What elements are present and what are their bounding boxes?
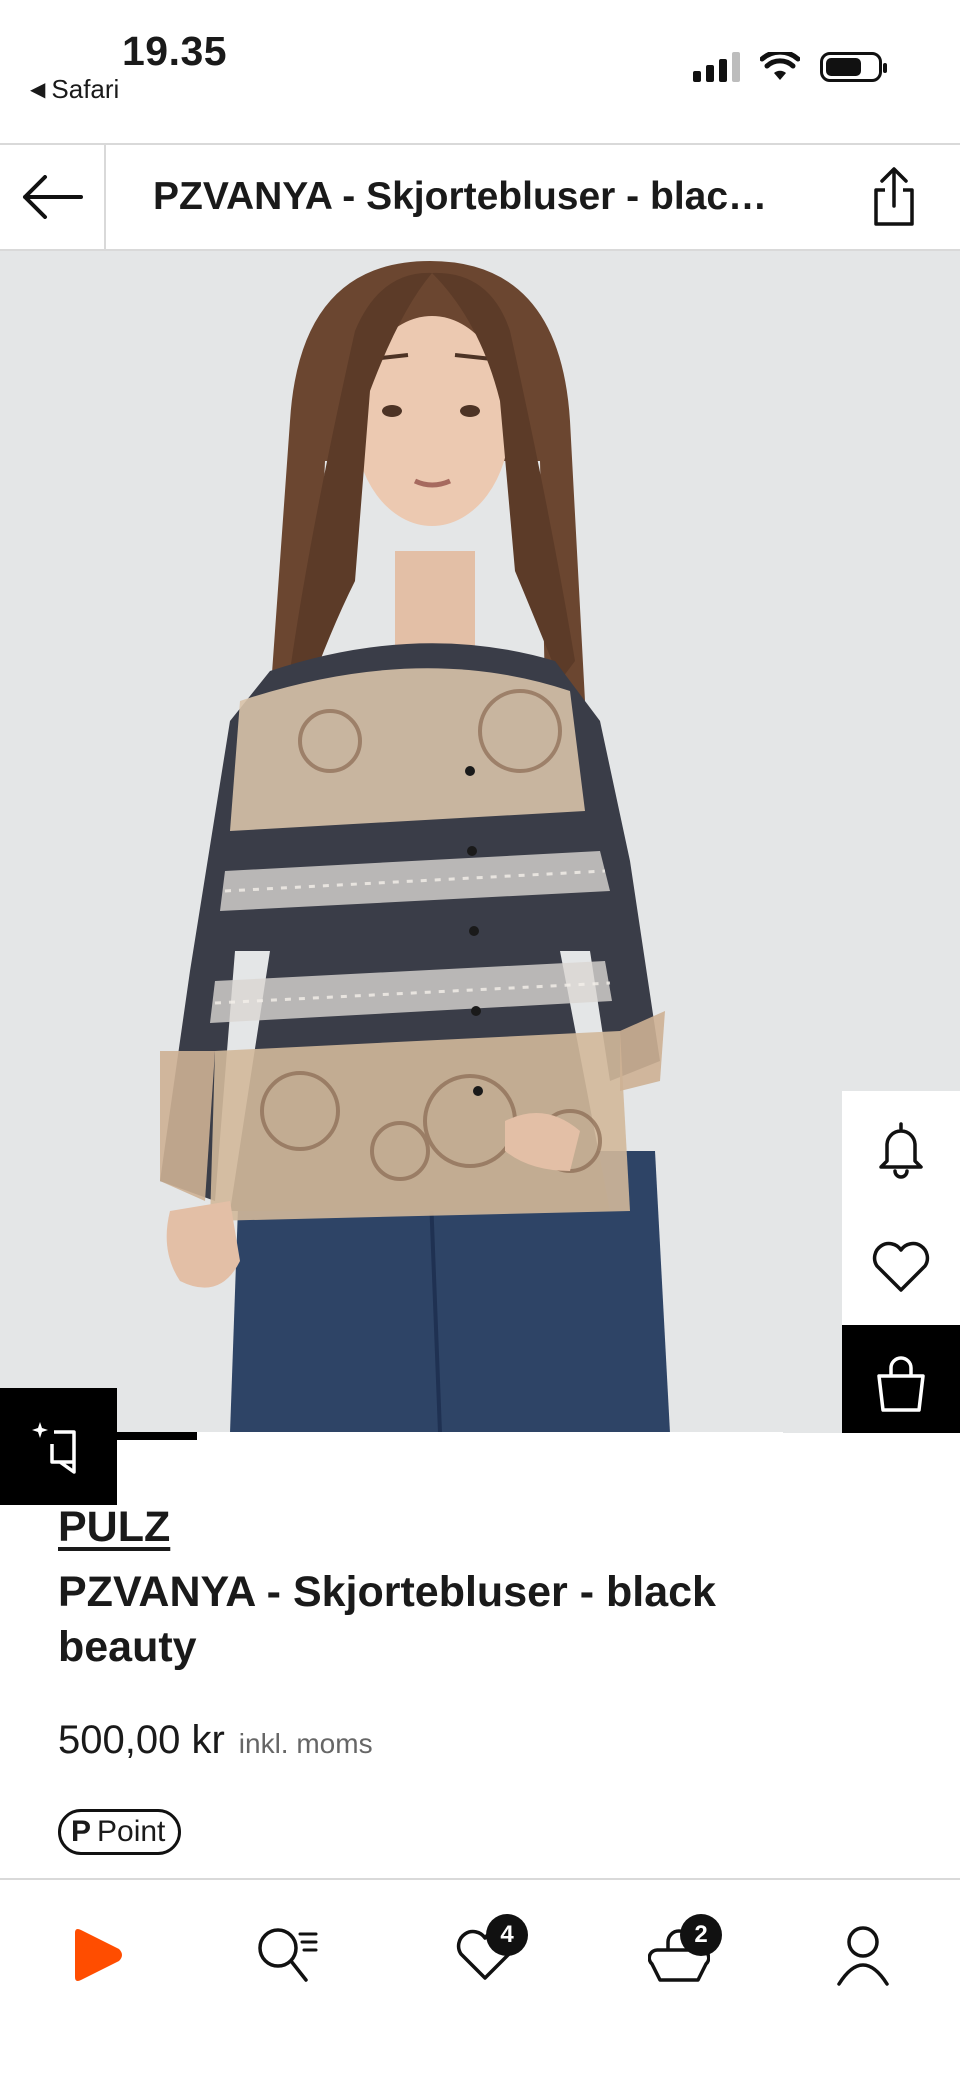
header-title: PZVANYA - Skjortebluser - blac… <box>153 175 768 218</box>
price-row: 500,00 kr inkl. moms <box>58 1718 373 1763</box>
brand-link[interactable]: PULZ <box>58 1503 170 1552</box>
cellular-signal-icon <box>693 52 740 82</box>
nav-cart[interactable]: 2 <box>634 1910 724 2000</box>
nav-profile[interactable] <box>818 1910 908 2000</box>
nav-search[interactable] <box>242 1910 332 2000</box>
tax-note: inkl. moms <box>238 1728 373 1759</box>
point-badge[interactable]: P Point <box>58 1809 182 1855</box>
wishlist-count-badge: 4 <box>486 1914 528 1956</box>
status-icons <box>693 52 887 82</box>
product-name: PZVANYA - Skjortebluser - black beauty <box>58 1568 716 1671</box>
heart-icon <box>872 1241 930 1292</box>
bag-icon <box>877 1355 925 1412</box>
back-triangle-icon: ◀ <box>30 79 46 101</box>
battery-icon <box>820 52 887 82</box>
back-button[interactable] <box>0 145 106 249</box>
product-image[interactable] <box>0 251 960 1433</box>
arrow-left-icon <box>23 175 83 219</box>
share-button[interactable] <box>864 165 924 229</box>
bell-icon <box>879 1121 923 1179</box>
side-actions <box>842 1091 960 1433</box>
product-header: PZVANYA - Skjortebluser - blac… <box>0 143 960 251</box>
nav-wishlist[interactable]: 4 <box>440 1910 530 2000</box>
wishlist-button[interactable] <box>842 1208 960 1325</box>
bottom-nav: 4 2 <box>0 1878 960 2081</box>
profile-icon <box>837 1926 889 1986</box>
notify-button[interactable] <box>842 1091 960 1208</box>
sparkle-crop-icon <box>31 1421 76 1474</box>
share-icon <box>874 167 914 226</box>
back-to-safari[interactable]: ◀ Safari <box>30 74 119 105</box>
point-icon: P <box>71 1815 92 1848</box>
image-carousel-indicator <box>117 1432 197 1440</box>
home-logo-icon <box>75 1929 122 1981</box>
nav-home[interactable] <box>52 1910 142 2000</box>
back-app-label: Safari <box>51 74 120 104</box>
find-similar-button[interactable] <box>0 1388 117 1505</box>
add-to-bag-button[interactable] <box>842 1325 960 1433</box>
cart-count-badge: 2 <box>680 1914 722 1956</box>
status-bar: 19.35 ◀ Safari <box>0 0 960 143</box>
image-carousel-track <box>117 1432 783 1440</box>
status-time: 19.35 <box>122 28 228 74</box>
search-list-icon <box>258 1928 318 1982</box>
wifi-icon <box>760 52 800 80</box>
point-label: Point <box>97 1815 166 1848</box>
model-photo <box>0 251 960 1433</box>
price: 500,00 kr <box>58 1718 225 1762</box>
